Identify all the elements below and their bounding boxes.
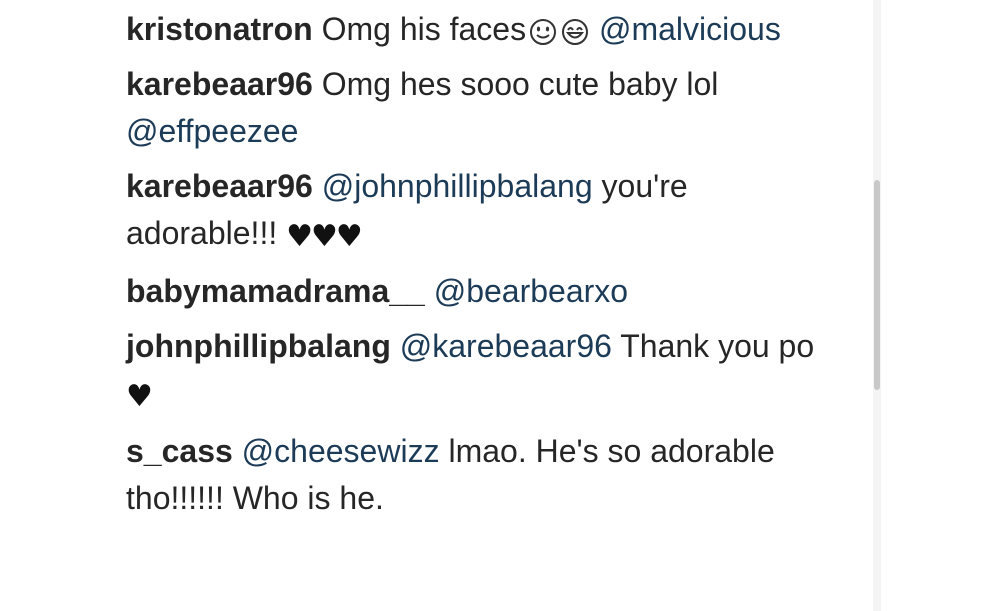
mention-link[interactable]: @bearbearxo — [434, 273, 628, 309]
grinning-face-emoji-icon — [562, 18, 589, 45]
mention-link[interactable]: @cheesewizz — [242, 433, 440, 469]
mention-link[interactable]: @johnphillipbalang — [322, 168, 593, 204]
comment-item: karebeaar96 Omg hes sooo cute baby lol @… — [126, 61, 826, 155]
comment-text: Omg hes sooo cute baby lol — [321, 66, 719, 102]
comment-item: kristonatron Omg his faces @malvicious — [126, 6, 826, 53]
comment-item: johnphillipbalang @karebeaar96 Thank you… — [126, 323, 826, 420]
black-heart-emoji-icon: ♥ — [126, 379, 153, 414]
comment-item: s_cass @cheesewizz lmao. He's so adorabl… — [126, 428, 826, 522]
comment-username-link[interactable]: babymamadrama__ — [126, 273, 425, 309]
comment-text: Thank you po — [620, 328, 815, 364]
comment-text: Omg his faces — [321, 11, 527, 47]
scrollbar-thumb[interactable] — [874, 180, 880, 390]
comment-username-link[interactable]: johnphillipbalang — [126, 328, 391, 364]
comment-item: karebeaar96 @johnphillipbalang you're ad… — [126, 163, 826, 260]
mention-link[interactable]: @effpeezee — [126, 113, 298, 149]
black-hearts-emoji-icon: ♥♥♥ — [286, 219, 363, 254]
mention-link[interactable]: @karebeaar96 — [400, 328, 612, 364]
comment-username-link[interactable]: karebeaar96 — [126, 66, 313, 102]
smiley-face-emoji-icon — [530, 18, 557, 45]
comment-username-link[interactable]: kristonatron — [126, 11, 313, 47]
comment-item: babymamadrama__ @bearbearxo — [126, 268, 826, 315]
comment-username-link[interactable]: s_cass — [126, 433, 233, 469]
comment-list: kristonatron Omg his faces @malvicious ka… — [126, 6, 826, 530]
mention-link[interactable]: @malvicious — [599, 11, 781, 47]
comment-username-link[interactable]: karebeaar96 — [126, 168, 313, 204]
